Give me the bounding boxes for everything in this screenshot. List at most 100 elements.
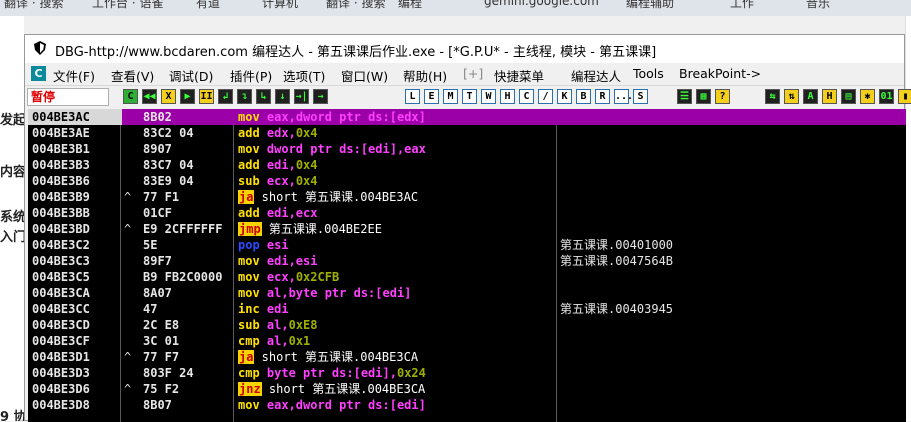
mnemonic: add bbox=[238, 126, 260, 140]
toolbar-button[interactable]: C bbox=[123, 89, 138, 104]
menu-item[interactable]: BreakPoint-> bbox=[679, 66, 761, 81]
toolbar-button[interactable]: H bbox=[822, 89, 837, 104]
menu-item[interactable]: 快捷菜单 bbox=[494, 66, 544, 85]
operand: edi bbox=[259, 158, 289, 172]
toolbar-button[interactable]: ◀◀ bbox=[142, 89, 157, 104]
toolbar-button[interactable]: / bbox=[538, 89, 553, 104]
mnemonic: cmp bbox=[238, 334, 260, 348]
toolbar-button[interactable]: ? bbox=[715, 89, 730, 104]
toolbar-button[interactable]: T bbox=[462, 89, 477, 104]
operand: edi,esi bbox=[259, 254, 318, 268]
toolbar-button[interactable]: S bbox=[633, 89, 648, 104]
menu-item[interactable]: 编程达人 bbox=[571, 66, 621, 85]
comment-cell: 第五课课.00401000 bbox=[560, 238, 674, 252]
menu-item[interactable]: 窗口(W) bbox=[341, 66, 388, 85]
disasm-row[interactable]: 004BE3D6 ^ 75 F2 jnz short 第五课课.004BE3CA bbox=[28, 381, 906, 397]
toolbar-button[interactable]: H bbox=[500, 89, 515, 104]
disasm-row[interactable]: 004BE3B6 83E9 04 sub ecx,0x4 bbox=[28, 173, 906, 189]
menu-item[interactable]: 文件(F) bbox=[53, 66, 95, 85]
toolbar-button[interactable]: K bbox=[557, 89, 572, 104]
toolbar-button[interactable]: E bbox=[424, 89, 439, 104]
background-tab[interactable]: 编程 bbox=[398, 0, 422, 11]
instruction-cell: sub al,0xE8 bbox=[238, 317, 318, 333]
background-tab[interactable]: 工作台 · 语雀 bbox=[92, 0, 163, 11]
background-tab[interactable]: 音乐 bbox=[806, 0, 830, 11]
disasm-row[interactable]: 004BE3BD ^ E9 2CFFFFFF jmp 第五课课.004BE2EE bbox=[28, 221, 906, 237]
toolbar-button[interactable]: →| bbox=[294, 89, 309, 104]
toolbar-button[interactable]: ▶ bbox=[180, 89, 195, 104]
disasm-row[interactable]: 004BE3BB 01CF add edi,ecx bbox=[28, 205, 906, 221]
operand: edx bbox=[259, 126, 289, 140]
background-tab[interactable]: 编程辅助 bbox=[626, 0, 674, 11]
toolbar-button[interactable]: ✱ bbox=[860, 89, 875, 104]
title-bar[interactable]: DBG-http://www.bcdaren.com 编程达人 - 第五课课后作… bbox=[25, 35, 904, 63]
background-tab[interactable]: 翻译 · 搜索 bbox=[326, 0, 385, 11]
toolbar-button[interactable]: ↲ bbox=[218, 89, 233, 104]
disasm-row[interactable]: 004BE3CA 8A07 mov al,byte ptr ds:[edi] bbox=[28, 285, 906, 301]
menu-item[interactable]: 查看(V) bbox=[111, 66, 154, 85]
menu-item[interactable]: [+] bbox=[463, 66, 483, 81]
background-tab[interactable]: gemini.google.com bbox=[484, 0, 599, 8]
operand: 0x24 bbox=[396, 366, 426, 380]
disasm-row[interactable]: 004BE3C3 89F7 mov edi,esi 第五课课.0047564B bbox=[28, 253, 906, 269]
address-cell: 004BE3C2 bbox=[32, 238, 90, 252]
menu-item[interactable]: Tools bbox=[633, 66, 664, 81]
toolbar-button[interactable]: W bbox=[481, 89, 496, 104]
toolbar-button[interactable]: ☰ bbox=[677, 89, 692, 104]
background-tab[interactable]: 工作 bbox=[730, 0, 754, 11]
toolbar-button[interactable]: L bbox=[405, 89, 420, 104]
background-tab[interactable]: 有道 bbox=[196, 0, 220, 11]
jump-arrow: ^ bbox=[124, 190, 132, 204]
hex-bytes-cell: 83C7 04 bbox=[143, 158, 194, 172]
mnemonic: ja bbox=[238, 350, 255, 364]
toolbar-button[interactable]: A bbox=[803, 89, 818, 104]
disasm-row[interactable]: 004BE3D1 ^ 77 F7 ja short 第五课课.004BE3CA bbox=[28, 349, 906, 365]
operand: 0x4 bbox=[295, 174, 318, 188]
toolbar-button[interactable]: → bbox=[313, 89, 328, 104]
menu-item[interactable]: 调试(D) bbox=[169, 66, 213, 85]
toolbar-button[interactable]: ... bbox=[614, 89, 633, 104]
hex-bytes-cell: 2C E8 bbox=[143, 318, 180, 332]
disasm-row[interactable]: 004BE3AC 8B02 mov eax,dword ptr ds:[edx] bbox=[28, 109, 906, 125]
disasm-row[interactable]: 004BE3B3 83C7 04 add edi,0x4 bbox=[28, 157, 906, 173]
toolbar-button[interactable]: M bbox=[443, 89, 458, 104]
operand: byte ptr ds:[edi] bbox=[259, 366, 390, 380]
disasm-row[interactable]: 004BE3B1 8907 mov dword ptr ds:[edi],eax bbox=[28, 141, 906, 157]
toolbar-button[interactable]: 01 bbox=[879, 89, 894, 104]
disasm-row[interactable]: 004BE3C2 5E pop esi 第五课课.00401000 bbox=[28, 237, 906, 253]
disasm-row[interactable]: 004BE3D3 803F 24 cmp byte ptr ds:[edi],0x2… bbox=[28, 365, 906, 381]
disasm-row[interactable]: 004BE3AE 83C2 04 add edx,0x4 bbox=[28, 125, 906, 141]
toolbar-button[interactable]: R bbox=[595, 89, 610, 104]
background-tab[interactable]: 翻译 · 搜索 bbox=[4, 0, 63, 11]
toolbar-button[interactable]: II bbox=[199, 89, 214, 104]
address-cell: 004BE3B9 bbox=[32, 190, 90, 204]
toolbar-button[interactable]: C bbox=[519, 89, 534, 104]
disasm-row[interactable]: 004BE3CC 47 inc edi 第五课课.00403945 bbox=[28, 301, 906, 317]
mnemonic: sub bbox=[238, 174, 260, 188]
toolbar-button[interactable]: ↓ bbox=[275, 89, 290, 104]
toolbar-button[interactable]: ▦ bbox=[696, 89, 711, 104]
toolbar-button[interactable]: ▤ bbox=[841, 89, 856, 104]
menu-item[interactable]: 插件(P) bbox=[230, 66, 272, 85]
disasm-row[interactable]: 004BE3CF 3C 01 cmp al,0x1 bbox=[28, 333, 906, 349]
address-cell: 004BE3BD bbox=[32, 222, 90, 236]
menu-item[interactable]: 选项(T) bbox=[283, 66, 325, 85]
toolbar-button[interactable]: ↳ bbox=[256, 89, 271, 104]
disasm-row[interactable]: 004BE3B9 ^ 77 F1 ja short 第五课课.004BE3AC bbox=[28, 189, 906, 205]
menu-item[interactable]: 帮助(H) bbox=[403, 66, 447, 85]
disasm-row[interactable]: 004BE3D8 8B07 mov eax,dword ptr ds:[edi] bbox=[28, 397, 906, 413]
toolbar-button[interactable]: ↴ bbox=[237, 89, 252, 104]
toolbar-button[interactable]: ⇅ bbox=[784, 89, 799, 104]
disasm-row[interactable]: 004BE3C5 B9 FB2C0000 mov ecx,0x2CFB bbox=[28, 269, 906, 285]
menu-bar: C 文件(F) 查看(V) 调试(D) 插件(P) 选项(T) 窗口(W) 帮助(H) [+]… bbox=[25, 63, 904, 85]
toolbar-button[interactable]: ▮ bbox=[898, 89, 911, 104]
background-tab[interactable]: 计算机 bbox=[262, 0, 298, 11]
disassembly-pane[interactable]: 004BE3AC 8B02 mov eax,dword ptr ds:[edx] 00… bbox=[28, 109, 906, 422]
operand: edi,ecx bbox=[259, 206, 318, 220]
app-logo-icon[interactable]: C bbox=[31, 66, 46, 81]
toolbar-button[interactable]: X bbox=[161, 89, 176, 104]
toolbar-button[interactable]: B bbox=[576, 89, 591, 104]
disasm-row[interactable]: 004BE3CD 2C E8 sub al,0xE8 bbox=[28, 317, 906, 333]
operand: al bbox=[259, 318, 282, 332]
toolbar-button[interactable]: ⇆ bbox=[765, 89, 780, 104]
